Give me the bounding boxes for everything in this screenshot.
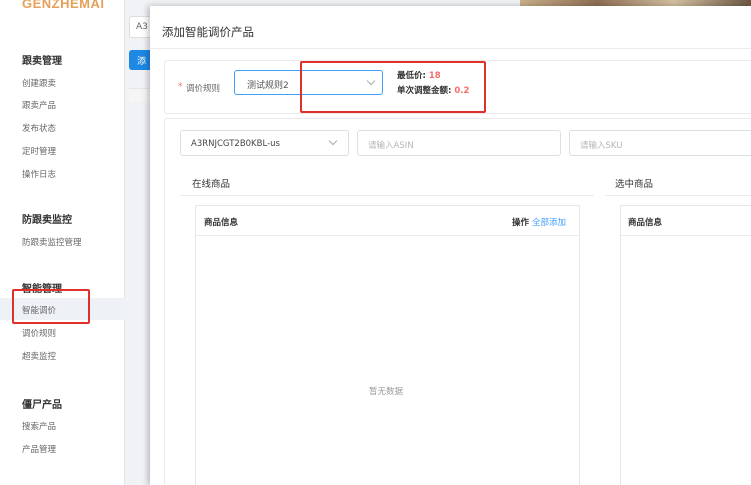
chevron-down-icon	[328, 136, 338, 146]
online-col-operation: 操作 全部添加	[512, 216, 566, 228]
sidebar-item-oversell-monitor[interactable]: 超卖监控	[22, 350, 56, 362]
shop-select-value: A3RNJCGT2B0KBL-us	[191, 139, 280, 149]
sidebar-item-search-products[interactable]: 搜索产品	[22, 420, 56, 432]
asin-input[interactable]: 请输入ASIN	[357, 130, 561, 156]
sku-placeholder: 请输入SKU	[580, 141, 623, 151]
operation-label: 操作	[512, 218, 530, 228]
empty-data-text: 暂无数据	[369, 387, 404, 397]
online-header-divider	[196, 235, 580, 236]
selected-col-product-info: 商品信息	[628, 218, 663, 228]
selected-header-divider	[621, 235, 751, 236]
sidebar-item-anti-follow-monitor[interactable]: 防跟卖监控管理	[22, 236, 82, 248]
add-smart-pricing-dialog: 添加智能调价产品 * 调价规则 测试规则2 最低价: 18 单次调整金额: 0.…	[150, 6, 751, 485]
group-title-zombie: 僵尸产品	[22, 400, 62, 411]
asin-placeholder: 请输入ASIN	[368, 141, 414, 151]
rule-label: 调价规则	[186, 84, 221, 94]
online-products-table	[195, 205, 580, 485]
sidebar-item-create-follow[interactable]: 创建跟卖	[22, 77, 56, 89]
sidebar-item-publish-status[interactable]: 发布状态	[22, 122, 56, 134]
group-title-anti-follow: 防跟卖监控	[22, 215, 72, 226]
sidebar-item-follow-products[interactable]: 跟卖产品	[22, 99, 56, 111]
selected-panel-divider	[605, 195, 751, 196]
dialog-divider	[150, 48, 751, 49]
selected-products-table	[620, 205, 751, 485]
required-mark: *	[178, 82, 183, 92]
online-products-title: 在线商品	[192, 179, 231, 190]
shop-select[interactable]: A3RNJCGT2B0KBL-us	[180, 130, 349, 156]
sidebar: GENZHEMAI 跟卖管理 创建跟卖 跟卖产品 发布状态 定时管理 操作日志 …	[0, 0, 125, 485]
sidebar-item-pricing-rules[interactable]: 调价规则	[22, 327, 56, 339]
group-title-follow-sell: 跟卖管理	[22, 56, 62, 67]
highlight-box-rule	[300, 61, 486, 113]
highlight-box-sidebar	[12, 289, 90, 324]
sidebar-item-operation-log[interactable]: 操作日志	[22, 168, 56, 180]
selected-products-title: 选中商品	[615, 179, 654, 190]
pricing-rule-value: 测试规则2	[247, 81, 289, 91]
sidebar-item-product-management[interactable]: 产品管理	[22, 443, 56, 455]
background-main	[125, 0, 150, 485]
online-panel-divider	[180, 195, 594, 196]
sidebar-item-schedule[interactable]: 定时管理	[22, 145, 56, 157]
app-logo: GENZHEMAI	[22, 0, 105, 11]
dialog-title: 添加智能调价产品	[162, 25, 254, 39]
add-all-button[interactable]: 全部添加	[532, 218, 566, 228]
online-col-product-info: 商品信息	[204, 218, 239, 228]
sku-input[interactable]: 请输入SKU	[569, 130, 751, 156]
